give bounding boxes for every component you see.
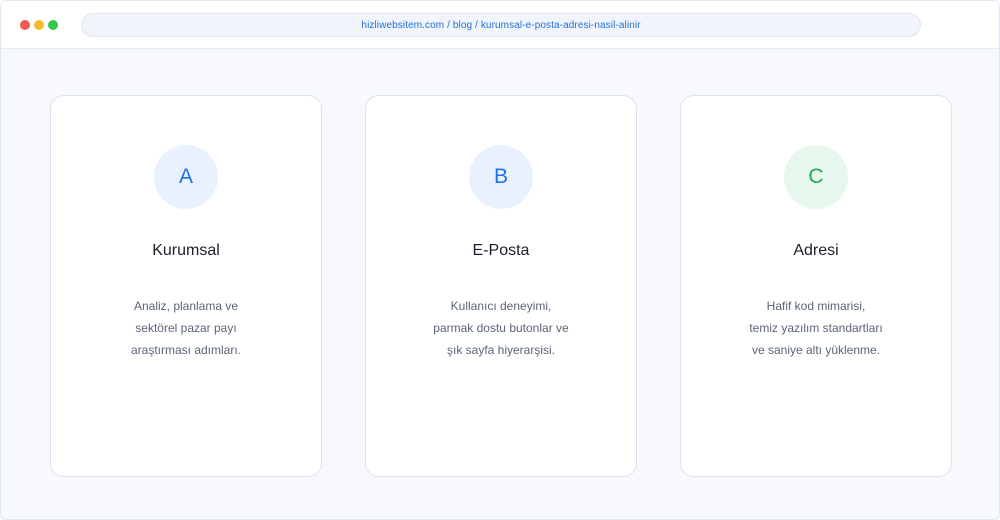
card-badge-a: A (154, 145, 218, 209)
minimize-window-icon[interactable] (34, 20, 44, 30)
card-description-line: ve saniye altı yüklenme. (751, 343, 881, 357)
address-bar-url: hizliwebsitem.com / blog / kurumsal-e-po… (361, 19, 641, 31)
feature-card-adresi: C Adresi Hafif kod mimarisi, temiz yazıl… (680, 95, 952, 477)
card-description-line: araştırması adımları. (130, 343, 242, 357)
maximize-window-icon[interactable] (48, 20, 58, 30)
feature-card-kurumsal: A Kurumsal Analiz, planlama ve sektörel … (50, 95, 322, 477)
close-window-icon[interactable] (20, 20, 30, 30)
card-description-line: şık sayfa hiyerarşisi. (446, 343, 556, 357)
card-description-line: Analiz, planlama ve (133, 299, 239, 313)
card-title: E-Posta (472, 242, 530, 259)
card-description-line: Hafif kod mimarisi, (766, 299, 866, 313)
card-description: Analiz, planlama ve sektörel pazar payı … (51, 295, 321, 361)
card-badge-c: C (784, 145, 848, 209)
card-title: Adresi (793, 242, 839, 259)
feature-card-e-posta: B E-Posta Kullanıcı deneyimi, parmak dos… (365, 95, 637, 477)
card-description-line: sektörel pazar payı (135, 321, 237, 335)
card-title: Kurumsal (152, 242, 220, 259)
card-description-line: Kullanıcı deneyimi, (450, 299, 552, 313)
card-description: Kullanıcı deneyimi, parmak dostu butonla… (366, 295, 636, 361)
card-description: Hafif kod mimarisi, temiz yazılım standa… (681, 295, 951, 361)
card-description-line: temiz yazılım standartları (749, 321, 883, 335)
browser-titlebar: hizliwebsitem.com / blog / kurumsal-e-po… (1, 1, 999, 49)
address-bar[interactable]: hizliwebsitem.com / blog / kurumsal-e-po… (81, 13, 921, 37)
card-badge-b: B (469, 145, 533, 209)
card-description-line: parmak dostu butonlar ve (433, 321, 569, 335)
browser-window: hizliwebsitem.com / blog / kurumsal-e-po… (0, 0, 1000, 520)
